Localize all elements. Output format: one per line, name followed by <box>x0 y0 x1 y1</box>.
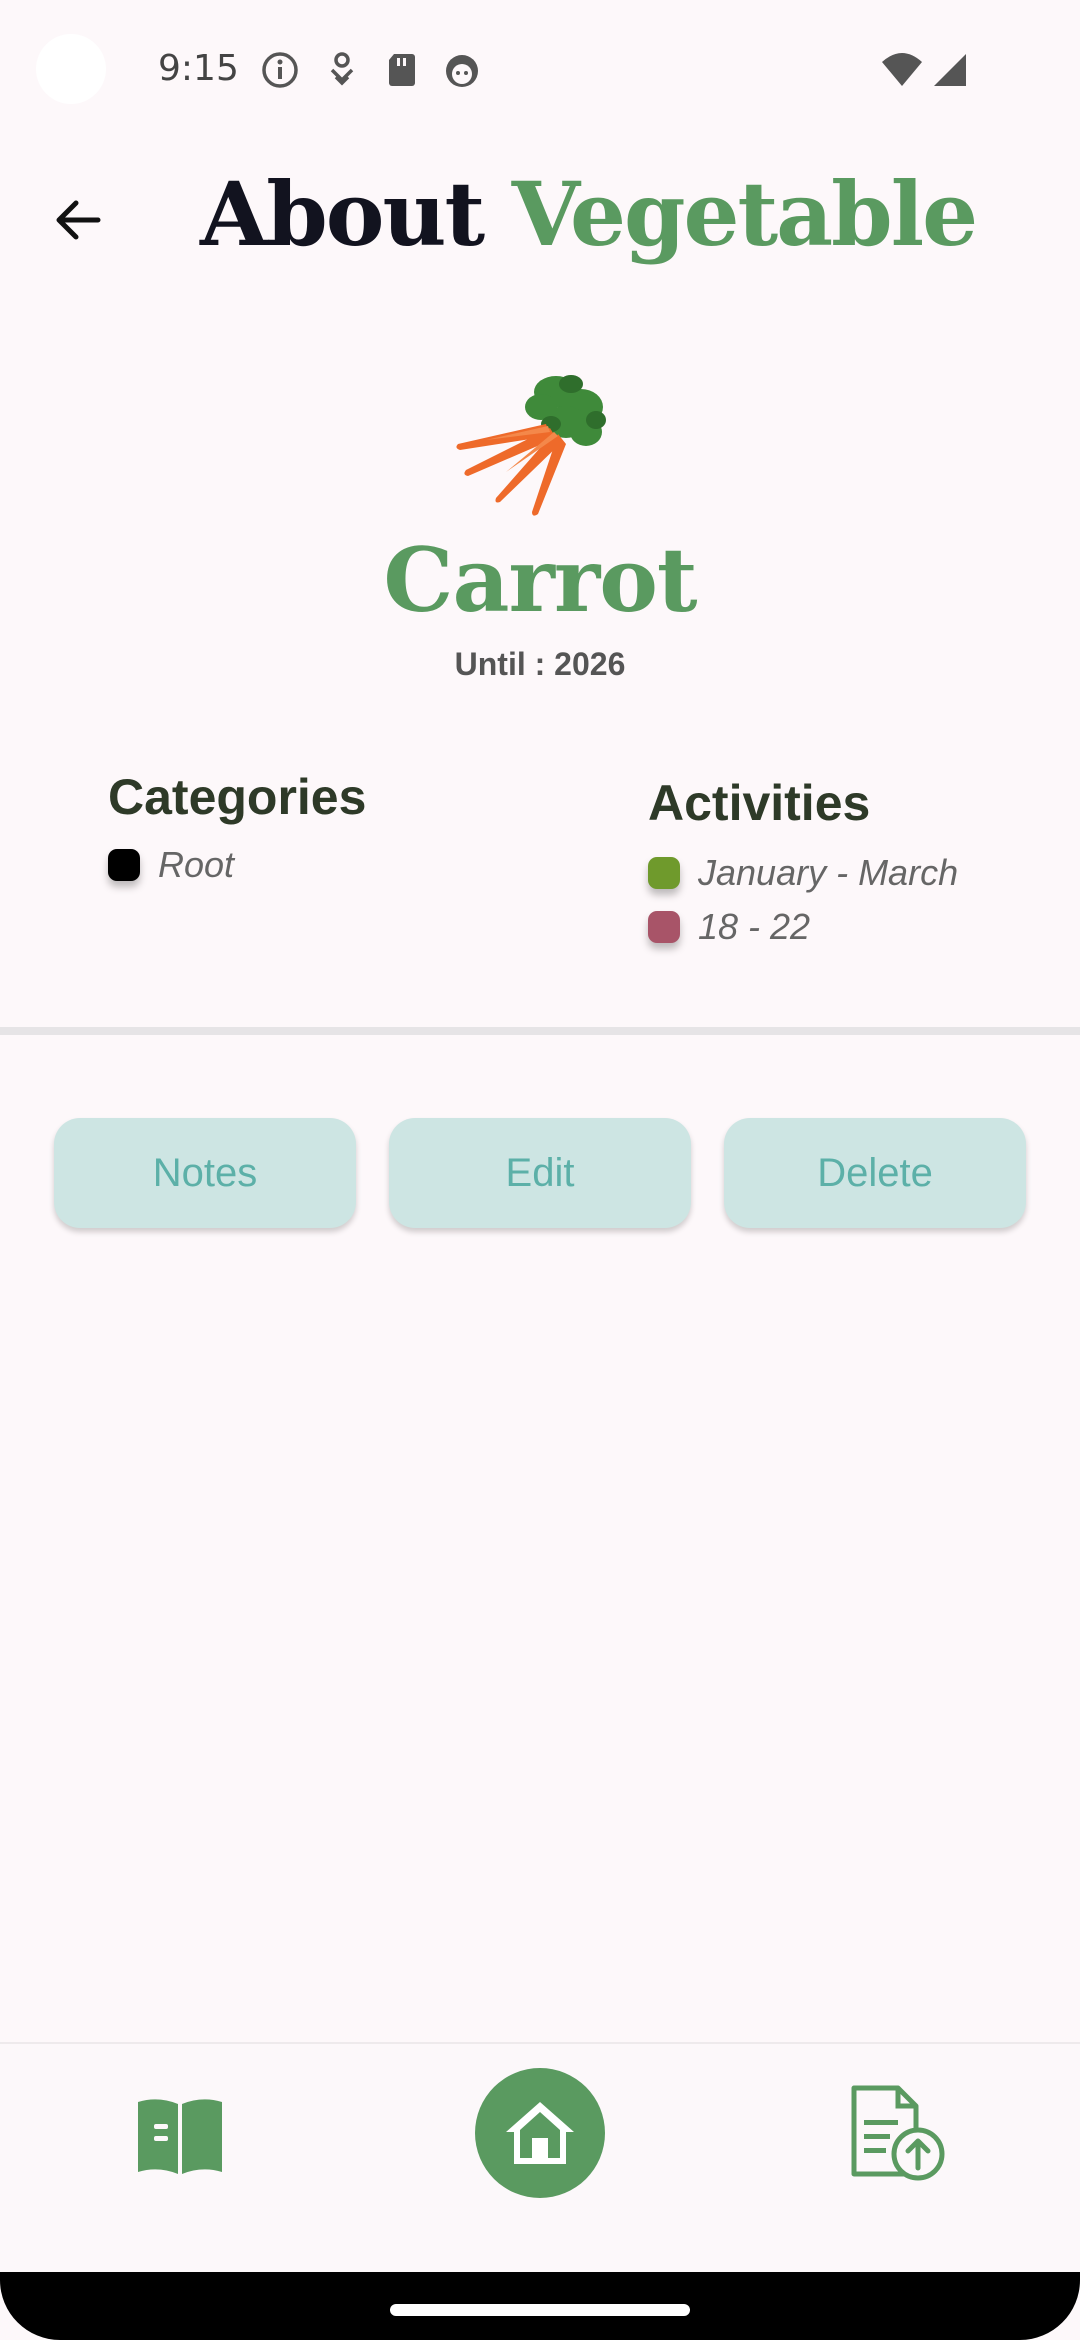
status-bar: 9:15 <box>0 0 1080 140</box>
info-icon <box>262 52 298 88</box>
bottom-navigation <box>0 2042 1080 2274</box>
categories-title: Categories <box>108 769 367 825</box>
title-about: About <box>200 162 485 266</box>
nav-home[interactable] <box>475 2068 605 2198</box>
activity-tag: January - March <box>648 852 958 894</box>
home-indicator[interactable] <box>390 2304 690 2316</box>
until-year: Until : 2026 <box>454 646 626 682</box>
activities-title: Activities <box>648 775 871 831</box>
activity-color-dot <box>648 911 680 943</box>
vegetable-name: Carrot <box>383 528 697 632</box>
activity-label: January - March <box>698 852 959 893</box>
activity-label: 18 - 22 <box>698 906 811 947</box>
document-upload-icon <box>851 2085 945 2181</box>
status-time: 9:15 <box>158 48 239 89</box>
category-color-dot <box>108 849 140 881</box>
carrot-image <box>456 375 606 516</box>
activity-color-dot <box>648 857 680 889</box>
wifi-icon <box>882 53 922 86</box>
notes-button[interactable]: Notes <box>54 1118 356 1228</box>
app-bar: About Vegetable <box>0 150 1080 280</box>
delete-button[interactable]: Delete <box>724 1118 1026 1228</box>
divider <box>0 1027 1080 1035</box>
book-icon <box>138 2099 222 2174</box>
back-button[interactable] <box>46 188 110 252</box>
edit-button[interactable]: Edit <box>389 1118 691 1228</box>
category-label: Root <box>158 844 235 885</box>
camera-cutout <box>36 34 106 104</box>
page-title: About Vegetable <box>200 162 978 266</box>
activity-tag: 18 - 22 <box>648 906 810 948</box>
sd-card-icon <box>389 54 415 86</box>
nav-export[interactable] <box>848 2084 950 2184</box>
category-tag: Root <box>108 844 234 886</box>
face-icon <box>446 55 478 87</box>
download-icon <box>330 52 354 86</box>
home-icon <box>506 2102 574 2164</box>
arrow-back-icon <box>56 200 101 240</box>
nav-library[interactable] <box>134 2094 226 2178</box>
title-vegetable: Vegetable <box>511 162 978 266</box>
signal-icon <box>934 54 966 86</box>
